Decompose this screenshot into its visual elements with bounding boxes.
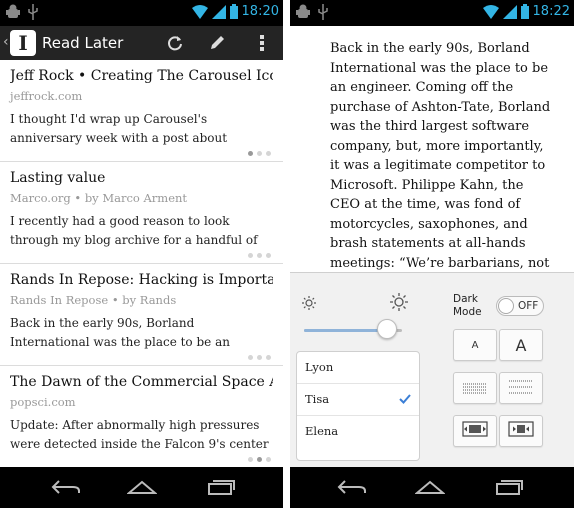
status-bar: 18:20 bbox=[0, 0, 283, 26]
dark-mode-label: Dark Mode bbox=[453, 293, 482, 318]
margin-wide-icon bbox=[508, 421, 534, 441]
page-dot bbox=[266, 355, 271, 360]
article-excerpt: I thought I'd wrap up Carousel's anniver… bbox=[10, 112, 228, 145]
article-meta: popsci.com bbox=[10, 395, 76, 409]
back-icon[interactable] bbox=[48, 475, 84, 499]
page-dot bbox=[257, 355, 262, 360]
recent-apps-icon[interactable] bbox=[490, 475, 526, 499]
page-dot bbox=[248, 151, 253, 156]
article-excerpt: I recently had a good reason to look thr… bbox=[10, 214, 258, 247]
navigation-bar bbox=[0, 467, 283, 508]
page-dot bbox=[266, 253, 271, 258]
page-dot bbox=[257, 253, 262, 258]
usb-icon bbox=[28, 4, 38, 20]
page-dot bbox=[248, 457, 253, 462]
increase-font-size-button[interactable]: A bbox=[499, 329, 543, 361]
page-dot bbox=[266, 457, 271, 462]
page-dot bbox=[266, 151, 271, 156]
page-dots bbox=[248, 253, 271, 258]
overflow-menu-icon[interactable] bbox=[250, 31, 274, 55]
reading-settings-panel: Dark Mode OFF Lyon Tisa Elena A A bbox=[290, 272, 574, 467]
read-later-list-screen: 18:20 ‹ I Read Later Jeff Rock • Creatin… bbox=[0, 0, 283, 508]
status-time: 18:22 bbox=[532, 4, 570, 19]
font-list: Lyon Tisa Elena bbox=[296, 351, 420, 461]
home-icon[interactable] bbox=[412, 475, 448, 499]
page-dot bbox=[248, 253, 253, 258]
page-dot bbox=[257, 151, 262, 156]
refresh-icon[interactable] bbox=[163, 31, 187, 55]
android-debug-icon bbox=[6, 4, 20, 20]
home-icon[interactable] bbox=[124, 475, 160, 499]
pencil-icon[interactable] bbox=[205, 31, 229, 55]
battery-icon bbox=[229, 4, 238, 19]
status-time: 18:20 bbox=[241, 4, 279, 19]
battery-icon bbox=[520, 4, 529, 19]
font-option-elena[interactable]: Elena bbox=[297, 416, 419, 448]
article-body[interactable]: Back in the early 90s, Borland Internati… bbox=[290, 26, 574, 272]
article-meta: Rands In Repose • by Rands bbox=[10, 293, 177, 307]
font-option-label: Tisa bbox=[305, 392, 330, 406]
wide-margins-button[interactable] bbox=[499, 415, 543, 447]
font-option-label: Elena bbox=[305, 424, 339, 438]
article-meta: Marco.org • by Marco Arment bbox=[10, 191, 188, 205]
font-option-tisa[interactable]: Tisa bbox=[297, 384, 419, 416]
page-dots bbox=[248, 355, 271, 360]
usb-icon bbox=[318, 4, 328, 20]
status-bar: 18:22 bbox=[290, 0, 574, 26]
article-excerpt: Back in the early 90s, Borland Internati… bbox=[10, 316, 230, 349]
page-dots bbox=[248, 151, 271, 156]
article-text: Back in the early 90s, Borland Internati… bbox=[330, 41, 551, 271]
small-a-label: A bbox=[471, 339, 479, 351]
line-spacing-wide-icon bbox=[509, 379, 533, 398]
wifi-icon bbox=[191, 4, 208, 19]
brightness-slider-fill bbox=[304, 329, 388, 332]
back-icon[interactable] bbox=[334, 475, 370, 499]
article-meta: jeffrock.com bbox=[10, 89, 83, 103]
font-option-lyon[interactable]: Lyon bbox=[297, 352, 419, 384]
font-option-label: Lyon bbox=[305, 360, 334, 374]
signal-icon bbox=[211, 4, 226, 19]
reader-screen: 18:22 Back in the early 90s, Borland Int… bbox=[290, 0, 574, 508]
screen-divider bbox=[283, 0, 290, 508]
line-spacing-narrow-icon bbox=[463, 379, 487, 398]
signal-icon bbox=[502, 4, 517, 19]
narrow-line-spacing-button[interactable] bbox=[453, 372, 497, 404]
list-item[interactable]: The Dawn of the Commercial Space Age is … bbox=[0, 366, 283, 467]
large-a-label: A bbox=[515, 335, 527, 355]
up-caret-icon[interactable]: ‹ bbox=[3, 34, 9, 50]
brightness-slider-handle[interactable] bbox=[377, 319, 398, 339]
list-item[interactable]: Lasting value Marco.org • by Marco Armen… bbox=[0, 162, 283, 264]
brightness-low-icon bbox=[302, 295, 316, 314]
instapaper-logo[interactable]: I bbox=[10, 30, 36, 56]
recent-apps-icon[interactable] bbox=[202, 475, 238, 499]
decrease-font-size-button[interactable]: A bbox=[453, 329, 497, 361]
article-excerpt: Update: After abnormally high pressures … bbox=[10, 418, 269, 451]
list-item[interactable]: Jeff Rock • Creating The Carousel Icon j… bbox=[0, 60, 283, 162]
article-title: Lasting value bbox=[10, 170, 106, 186]
page-dot bbox=[257, 457, 262, 462]
wide-line-spacing-button[interactable] bbox=[499, 372, 543, 404]
article-title: Rands In Repose: Hacking is Important bbox=[10, 272, 273, 288]
page-dots bbox=[248, 457, 271, 462]
narrow-margins-button[interactable] bbox=[453, 415, 497, 447]
checkmark-icon bbox=[399, 393, 411, 407]
brightness-high-icon bbox=[390, 293, 408, 315]
article-title: The Dawn of the Commercial Space Age is … bbox=[10, 374, 273, 390]
dark-mode-toggle[interactable]: OFF bbox=[496, 296, 544, 316]
toggle-knob bbox=[498, 298, 514, 314]
page-dot bbox=[248, 355, 253, 360]
article-list: Jeff Rock • Creating The Carousel Icon j… bbox=[0, 60, 283, 467]
android-debug-icon bbox=[296, 4, 310, 20]
action-bar-title[interactable]: Read Later bbox=[42, 34, 123, 52]
navigation-bar bbox=[290, 467, 574, 508]
action-bar: ‹ I Read Later bbox=[0, 26, 283, 60]
article-title: Jeff Rock • Creating The Carousel Icon bbox=[10, 68, 273, 84]
margin-narrow-icon bbox=[462, 421, 488, 441]
list-item[interactable]: Rands In Repose: Hacking is Important Ra… bbox=[0, 264, 283, 366]
dark-mode-toggle-state: OFF bbox=[518, 300, 539, 312]
wifi-icon bbox=[482, 4, 499, 19]
